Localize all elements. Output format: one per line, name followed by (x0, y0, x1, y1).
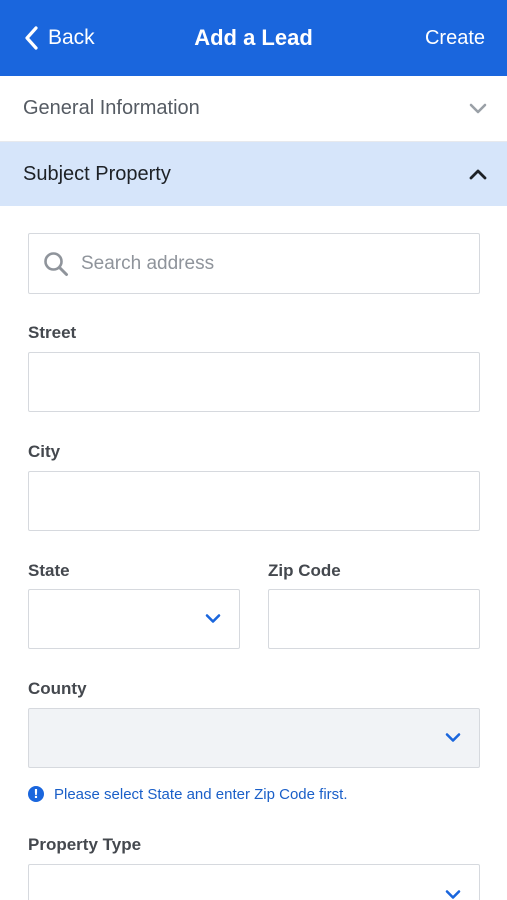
zip-code-field[interactable] (268, 589, 480, 649)
info-icon: ! (28, 786, 44, 802)
chevron-down-icon (469, 103, 487, 113)
chevron-down-icon (445, 890, 461, 899)
property-type-label: Property Type (28, 835, 142, 854)
city-label: City (28, 442, 61, 461)
county-hint: ! Please select State and enter Zip Code… (28, 785, 348, 803)
section-subject-property[interactable]: Subject Property (0, 142, 507, 206)
county-select[interactable] (28, 708, 480, 768)
county-label: County (28, 679, 87, 698)
search-icon (44, 251, 68, 276)
app-header: Back Add a Lead Create (0, 0, 507, 76)
state-label: State (28, 561, 70, 580)
create-button[interactable]: Create (425, 22, 485, 54)
city-field[interactable] (28, 471, 480, 531)
chevron-up-icon (469, 169, 487, 180)
hint-text: Please select State and enter Zip Code f… (54, 785, 348, 803)
address-search[interactable] (28, 233, 480, 294)
chevron-down-icon (445, 733, 461, 742)
street-label: Street (28, 323, 77, 342)
state-select[interactable] (28, 589, 240, 649)
section-general-information[interactable]: General Information (0, 76, 507, 142)
zip-code-label: Zip Code (268, 561, 341, 580)
street-field[interactable] (28, 352, 480, 412)
property-type-select[interactable] (28, 864, 480, 900)
chevron-down-icon (205, 614, 221, 623)
search-input[interactable] (81, 252, 441, 275)
section-title-general: General Information (23, 97, 200, 119)
section-title-subject: Subject Property (23, 162, 171, 185)
